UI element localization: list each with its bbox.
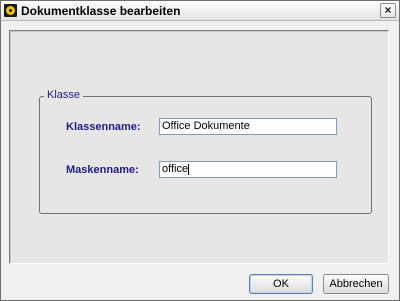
maskenname-value: office — [162, 163, 189, 175]
app-icon — [4, 4, 17, 17]
klasse-groupbox: Klasse — [39, 89, 372, 214]
klassenname-label: Klassenname: — [66, 121, 141, 133]
close-icon: × — [384, 3, 392, 17]
maskenname-input[interactable]: office — [159, 161, 337, 178]
title-bar[interactable]: Dokumentklasse bearbeiten × — [1, 1, 399, 21]
window-title: Dokumentklasse bearbeiten — [21, 4, 181, 18]
klassenname-value: Office Dokumente — [162, 120, 250, 132]
dialog-window: Dokumentklasse bearbeiten × Klasse Klass… — [0, 0, 400, 301]
ok-button[interactable]: OK — [249, 274, 313, 294]
cancel-button[interactable]: Abbrechen — [323, 274, 389, 294]
text-caret — [188, 163, 190, 175]
close-button[interactable]: × — [380, 3, 396, 18]
group-legend: Klasse — [44, 89, 84, 101]
maskenname-label: Maskenname: — [66, 164, 139, 176]
klassenname-input[interactable]: Office Dokumente — [159, 118, 337, 135]
